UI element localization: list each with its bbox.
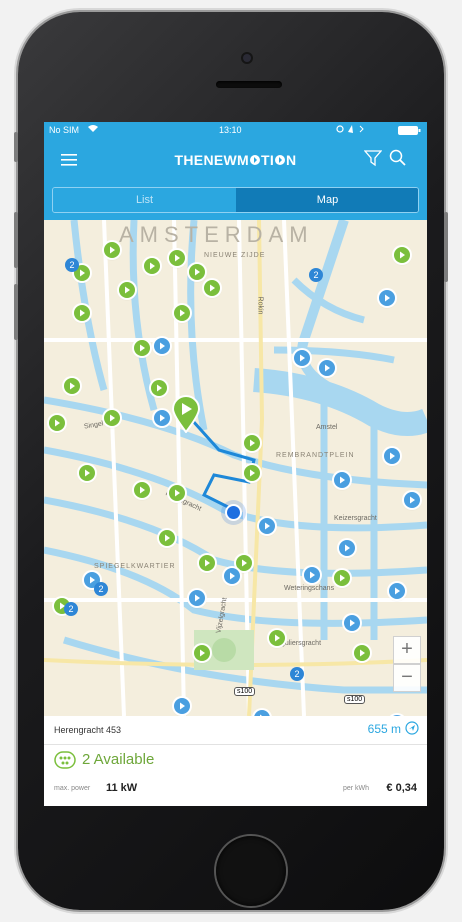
- station-pin-available[interactable]: [189, 264, 205, 280]
- station-pin-available[interactable]: [64, 378, 80, 394]
- station-pin-fast[interactable]: [334, 472, 350, 488]
- logo-text-b: M: [237, 152, 249, 168]
- tab-map[interactable]: Map: [236, 188, 418, 212]
- logo-plug-icon-2: [275, 155, 286, 165]
- station-pin-available[interactable]: [104, 242, 120, 258]
- station-pin-fast[interactable]: [154, 338, 170, 354]
- station-pin-available[interactable]: [394, 247, 410, 263]
- location-icon: [336, 124, 370, 136]
- street-label-keizersgracht: Keizersgracht: [334, 515, 377, 522]
- cluster-badge[interactable]: 2: [65, 258, 79, 272]
- station-pin-available[interactable]: [74, 305, 90, 321]
- station-pin-fast[interactable]: [189, 590, 205, 606]
- district-label-rembrandtplein: REMBRANDTPLEIN: [276, 452, 355, 459]
- station-pin-fast[interactable]: [294, 350, 310, 366]
- connector-icon: [54, 751, 76, 774]
- route-shield: s100: [234, 687, 256, 696]
- logo-text-c: TI: [260, 152, 275, 168]
- logo-text-a: THENEW: [174, 152, 238, 168]
- street-label-rokin: Rokin: [256, 296, 264, 315]
- power-button: [444, 212, 448, 282]
- clock: 13:10: [219, 125, 242, 135]
- battery-icon: [398, 126, 422, 138]
- station-pin-fast[interactable]: [339, 540, 355, 556]
- price-label: per kWh: [342, 785, 369, 792]
- volume-up-button: [14, 212, 18, 268]
- price-value: € 0,34: [386, 782, 417, 794]
- station-pin-available[interactable]: [199, 555, 215, 571]
- station-pin-available[interactable]: [354, 645, 370, 661]
- segmented-control: List Map: [52, 187, 419, 213]
- station-pin-fast[interactable]: [319, 360, 335, 376]
- street-label-weteringschans: Weteringschans: [284, 585, 335, 592]
- station-pin-available[interactable]: [159, 530, 175, 546]
- district-label-amsterdam: AMSTERDAM: [119, 222, 314, 247]
- district-label-spiegelkwartier: SPIEGELKWARTIER: [94, 563, 176, 570]
- station-pin-fast[interactable]: [379, 290, 395, 306]
- station-pin-fast[interactable]: [259, 518, 275, 534]
- route-shield: s100: [344, 695, 366, 704]
- cluster-badge[interactable]: 2: [64, 602, 78, 616]
- volume-down-button: [14, 284, 18, 340]
- zoom-out-button[interactable]: −: [393, 664, 421, 692]
- station-distance: 655 m: [367, 722, 401, 736]
- station-pin-available[interactable]: [204, 280, 220, 296]
- cluster-badge[interactable]: 2: [290, 667, 304, 681]
- station-pin-available[interactable]: [79, 465, 95, 481]
- station-pin-fast[interactable]: [304, 567, 320, 583]
- station-pin-available[interactable]: [134, 340, 150, 356]
- max-power-label: max. power: [54, 785, 91, 792]
- station-pin-available[interactable]: [244, 435, 260, 451]
- station-pin-available[interactable]: [169, 485, 185, 501]
- current-location-dot: [227, 506, 240, 519]
- map-canvas: [44, 220, 427, 716]
- station-pin-available[interactable]: [144, 258, 160, 274]
- station-pin-fast[interactable]: [224, 568, 240, 584]
- status-bar: No SIM 13:10: [44, 122, 427, 140]
- station-address: Herengracht 453: [54, 725, 122, 735]
- station-pin-available[interactable]: [194, 645, 210, 661]
- station-info-panel[interactable]: Herengracht 453 655 m 2 Available max. p…: [44, 716, 427, 806]
- view-switcher: List Map: [44, 180, 427, 220]
- cluster-badge[interactable]: 2: [309, 268, 323, 282]
- station-pin-fast[interactable]: [389, 583, 405, 599]
- earpiece-speaker: [216, 81, 282, 88]
- navigate-icon[interactable]: [405, 721, 419, 740]
- street-label-amstel: Amstel: [316, 424, 338, 431]
- zoom-in-button[interactable]: +: [393, 636, 421, 664]
- station-pin-available[interactable]: [169, 250, 185, 266]
- station-pin-fast[interactable]: [344, 615, 360, 631]
- map-view[interactable]: AMSTERDAM NIEUWE ZIJDE REMBRANDTPLEIN SP…: [44, 220, 427, 716]
- station-pin-available[interactable]: [334, 570, 350, 586]
- station-pin-available[interactable]: [134, 482, 150, 498]
- front-camera: [243, 54, 251, 62]
- logo-text-d: N: [286, 152, 297, 168]
- tab-list[interactable]: List: [53, 188, 236, 212]
- station-pin-available[interactable]: [244, 465, 260, 481]
- station-pin-available[interactable]: [119, 282, 135, 298]
- mute-switch: [14, 132, 18, 162]
- cluster-badge[interactable]: 2: [94, 582, 108, 596]
- app-screen: No SIM 13:10 THENEWM TI N List Map AMSTE…: [44, 122, 427, 806]
- home-button[interactable]: [216, 836, 286, 906]
- station-pin-fast[interactable]: [154, 410, 170, 426]
- wifi-icon: [88, 124, 98, 135]
- station-pin-available[interactable]: [104, 410, 120, 426]
- nav-bar: THENEWM TI N: [44, 140, 427, 180]
- max-power-value: 11 kW: [106, 782, 138, 794]
- station-pin-available[interactable]: [174, 305, 190, 321]
- filter-icon[interactable]: [363, 150, 383, 172]
- availability-status: 2 Available: [82, 751, 155, 768]
- carrier-label: No SIM: [49, 125, 80, 135]
- station-pin-fast[interactable]: [174, 698, 190, 714]
- station-pin-available[interactable]: [151, 380, 167, 396]
- selected-station-marker[interactable]: [171, 395, 201, 438]
- search-icon[interactable]: [389, 149, 407, 172]
- station-pin-available[interactable]: [269, 630, 285, 646]
- station-pin-fast[interactable]: [384, 448, 400, 464]
- district-label-nieuwe-zijde: NIEUWE ZIJDE: [204, 252, 266, 259]
- logo-plug-icon: [249, 155, 260, 165]
- station-pin-available[interactable]: [49, 415, 65, 431]
- station-pin-fast[interactable]: [404, 492, 420, 508]
